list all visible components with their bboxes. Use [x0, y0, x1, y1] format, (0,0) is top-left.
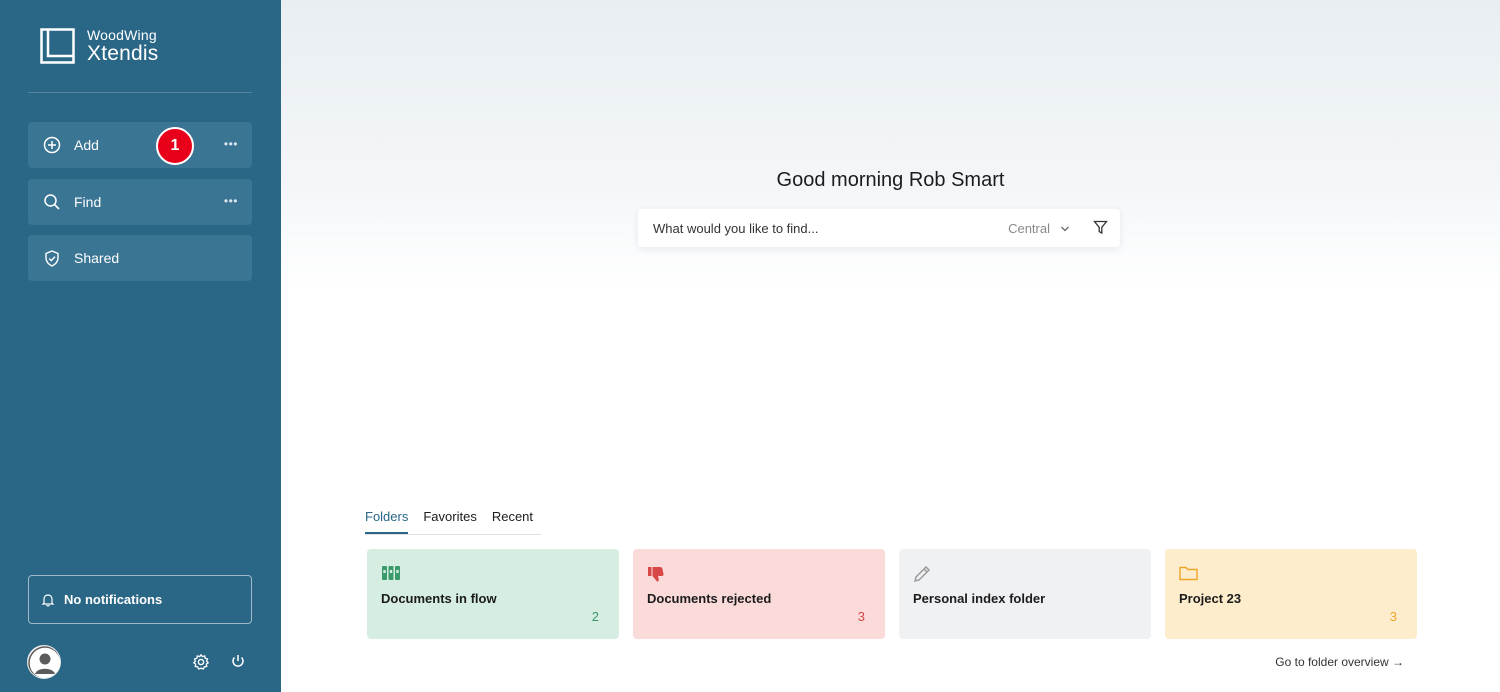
more-options-icon[interactable]: ••• — [224, 137, 238, 151]
page-title: Good morning Rob Smart — [776, 169, 1005, 191]
folder-title: Documents rejected — [647, 591, 772, 606]
main-content: Good morning Rob Smart Central Folders F… — [281, 0, 1500, 692]
brand-name-bottom: Xtendis — [87, 42, 159, 65]
step-badge: 1 — [156, 127, 194, 165]
folder-icon — [1179, 565, 1199, 583]
pencil-icon — [913, 565, 933, 583]
sidebar-item-label: Shared — [74, 250, 120, 266]
search-icon — [43, 193, 61, 211]
chevron-down-icon — [1061, 226, 1069, 231]
scope-dropdown[interactable]: Central — [1008, 221, 1070, 236]
sidebar-item-add[interactable]: Add ••• — [28, 122, 252, 168]
sidebar: WoodWing Xtendis Add ••• 1 Find ••• Shar… — [0, 0, 281, 692]
brand-logo[interactable]: WoodWing Xtendis — [40, 28, 158, 64]
bell-icon — [41, 593, 55, 607]
folder-card-documents-in-flow[interactable]: Documents in flow 2 — [367, 549, 619, 639]
user-avatar[interactable] — [27, 645, 61, 679]
tab-bar: Folders Favorites Recent — [365, 509, 542, 535]
thumbs-down-icon — [647, 565, 667, 583]
tab-favorites[interactable]: Favorites — [423, 509, 476, 534]
folder-card-documents-rejected[interactable]: Documents rejected 3 — [633, 549, 885, 639]
notifications-button[interactable]: No notifications — [28, 575, 252, 624]
scope-value: Central — [1008, 221, 1050, 236]
search-bar: Central — [638, 209, 1120, 247]
folder-card-project-23[interactable]: Project 23 3 — [1165, 549, 1417, 639]
folder-cards: Documents in flow 2 Documents rejected 3… — [367, 549, 1417, 639]
folder-overview-link[interactable]: Go to folder overview → — [1275, 655, 1404, 669]
search-input[interactable] — [653, 220, 993, 236]
sidebar-divider — [28, 92, 252, 93]
shield-icon — [43, 249, 61, 267]
sidebar-item-label: Add — [74, 137, 99, 153]
tab-folders[interactable]: Folders — [365, 509, 409, 534]
notifications-label: No notifications — [64, 592, 163, 607]
folder-title: Project 23 — [1179, 591, 1242, 606]
folder-count: 3 — [857, 609, 865, 624]
sidebar-item-find[interactable]: Find ••• — [28, 179, 252, 225]
folder-count: 2 — [591, 609, 599, 624]
more-options-icon[interactable]: ••• — [224, 194, 238, 208]
sidebar-item-label: Find — [74, 194, 102, 210]
filter-icon[interactable] — [1093, 220, 1108, 235]
power-icon[interactable] — [230, 653, 248, 671]
brand-name-top: WoodWing — [87, 27, 157, 43]
logo-icon — [40, 28, 75, 64]
sidebar-item-shared[interactable]: Shared — [28, 235, 252, 281]
folder-title: Documents in flow — [381, 591, 497, 606]
tab-recent[interactable]: Recent — [492, 509, 533, 534]
folder-card-personal-index-folder[interactable]: Personal index folder — [899, 549, 1151, 639]
binders-icon — [381, 565, 401, 583]
gear-icon[interactable] — [192, 653, 210, 671]
folder-title: Personal index folder — [913, 591, 1046, 606]
folder-count: 3 — [1389, 609, 1397, 624]
plus-circle-icon — [43, 136, 61, 154]
